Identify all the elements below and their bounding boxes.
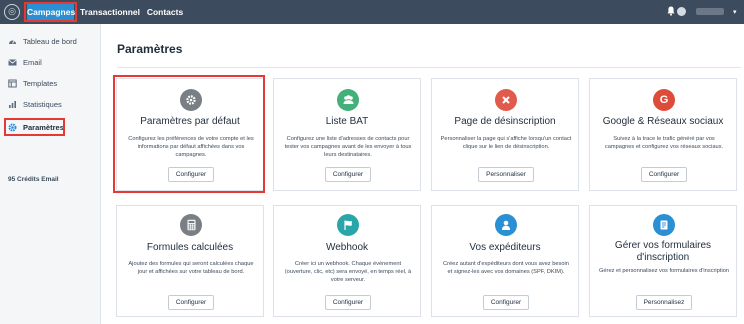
sidebar-item-statistiques[interactable]: Statistiques — [8, 97, 62, 111]
settings-card-calculated-formulas: Formules calculées Ajoutez des formules … — [116, 205, 264, 317]
unsubscribe-icon — [495, 89, 517, 111]
email-icon — [8, 58, 17, 67]
highlight-default-parameters-outline — [113, 75, 265, 193]
configure-button[interactable]: Configurer — [483, 295, 529, 310]
group-icon — [337, 89, 359, 111]
configure-button[interactable]: Configurer — [168, 295, 214, 310]
user-icon — [495, 214, 517, 236]
card-title: Gérer vos formulaires d'inscription — [614, 240, 712, 263]
settings-card-google-social: G Google & Réseaux sociaux Suivez à la t… — [589, 78, 737, 191]
statistics-icon — [8, 100, 17, 109]
customize-button[interactable]: Personnalisez — [636, 295, 692, 310]
sidebar-item-email[interactable]: Email — [8, 55, 42, 69]
card-description: Gérez et personnalisez vos formulaires d… — [598, 268, 730, 274]
chevron-down-icon[interactable]: ▾ — [733, 8, 737, 16]
settings-card-unsubscribe-page: Page de désinscription Personnaliser la … — [431, 78, 579, 191]
settings-card-senders: Vos expéditeurs Créez autant d'expéditeu… — [431, 205, 579, 317]
configure-button[interactable]: Configurer — [325, 295, 371, 310]
form-icon — [653, 214, 675, 236]
nav-tab-transactionnel[interactable]: Transactionnel — [80, 0, 140, 24]
card-title: Vos expéditeurs — [469, 242, 541, 253]
brand-logo-icon[interactable]: ◎ — [4, 4, 20, 20]
sidebar-item-label: Email — [23, 57, 42, 67]
card-description: Configurez une liste d'adresses de conta… — [284, 136, 412, 158]
avatar[interactable] — [677, 7, 686, 16]
dashboard-icon — [8, 37, 17, 46]
card-description: Créer ici un webhook. Chaque événement (… — [284, 261, 412, 283]
card-title: Formules calculées — [146, 242, 234, 253]
card-title: Webhook — [325, 242, 369, 253]
configure-button[interactable]: Configurer — [641, 167, 687, 182]
user-name-redacted[interactable] — [696, 8, 724, 15]
nav-tab-campagnes[interactable]: Campagnes — [27, 4, 75, 20]
flag-icon — [337, 214, 359, 236]
sidebar-item-label: Templates — [23, 78, 58, 88]
template-icon — [8, 79, 17, 88]
calculator-icon — [180, 214, 202, 236]
sidebar-item-templates[interactable]: Templates — [8, 76, 57, 90]
settings-card-webhook: Webhook Créer ici un webhook. Chaque évé… — [273, 205, 421, 317]
nav-tab-contacts[interactable]: Contacts — [145, 0, 185, 24]
sidebar-item-tableau-de-bord[interactable]: Tableau de bord — [8, 34, 77, 48]
card-title: Google & Réseaux sociaux — [602, 116, 724, 127]
card-description: Personnaliser la page qui s'affiche lors… — [440, 136, 572, 150]
sidebar-item-label: Statistiques — [23, 99, 62, 109]
settings-card-signup-forms: Gérer vos formulaires d'inscription Gére… — [589, 205, 737, 317]
configure-button[interactable]: Configurer — [325, 167, 371, 182]
customize-button[interactable]: Personnaliser — [478, 167, 534, 182]
settings-card-liste-bat: Liste BAT Configurez une liste d'adresse… — [273, 78, 421, 191]
top-navigation-bar: ◎ Campagnes Transactionnel Contacts ▾ — [0, 0, 744, 24]
card-title: Liste BAT — [325, 116, 369, 127]
divider — [117, 67, 741, 68]
bell-icon[interactable] — [667, 6, 675, 16]
email-credits-counter: 95 Crédits Email — [8, 176, 59, 183]
sidebar: Tableau de bord Email Templates Statisti… — [0, 24, 101, 324]
google-icon: G — [653, 89, 675, 111]
card-description: Créez autant d'expéditeurs dont vous ave… — [443, 261, 569, 275]
card-description: Suivez à la trace le trafic généré par v… — [604, 136, 724, 150]
card-description: Ajoutez des formules qui seront calculée… — [128, 261, 254, 275]
highlight-parametres-outline — [4, 118, 65, 136]
page-title: Paramètres — [117, 42, 183, 56]
card-title: Page de désinscription — [454, 116, 556, 127]
sidebar-item-label: Tableau de bord — [23, 36, 77, 46]
